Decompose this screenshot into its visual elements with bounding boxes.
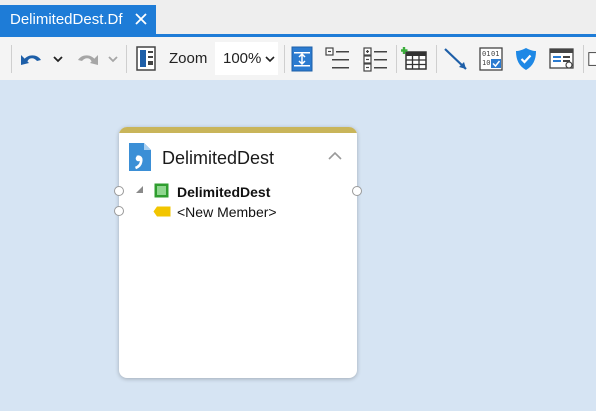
- undo-dropdown-button[interactable]: [51, 43, 65, 75]
- data-format-icon: 01 01 10: [479, 47, 503, 71]
- toolbar-separator: [11, 45, 12, 73]
- collapse-members-button[interactable]: [322, 43, 352, 75]
- expand-members-icon: [363, 47, 387, 72]
- properties-window-icon: [549, 48, 574, 69]
- svg-text:01: 01: [491, 50, 499, 58]
- properties-window-button[interactable]: [547, 43, 577, 75]
- collapse-members-icon: [325, 47, 349, 69]
- chevron-up-icon[interactable]: [328, 151, 342, 161]
- zoom-label: Zoom: [169, 50, 208, 67]
- fit-to-page-icon: [291, 46, 313, 72]
- delimited-file-icon: [129, 143, 151, 171]
- svg-text:01: 01: [482, 50, 490, 58]
- overflow-button[interactable]: [588, 43, 596, 75]
- redo-dropdown-icon: [108, 56, 118, 63]
- add-entity-button[interactable]: [400, 43, 430, 75]
- data-format-button[interactable]: 01 01 10: [477, 43, 507, 75]
- redo-button[interactable]: [72, 43, 102, 75]
- toolbar: Zoom 100% 01 01 10: [0, 34, 596, 80]
- add-relation-icon: [444, 48, 467, 70]
- close-icon[interactable]: [134, 12, 148, 26]
- entity-node[interactable]: DelimitedDest DelimitedDest <New Member>: [119, 127, 357, 378]
- undo-icon: [21, 55, 41, 65]
- fit-to-page-button[interactable]: [288, 43, 316, 75]
- page-layout-button[interactable]: [133, 43, 161, 75]
- undo-dropdown-icon: [53, 56, 63, 63]
- output-port[interactable]: [352, 186, 362, 196]
- add-relation-button[interactable]: [441, 43, 471, 75]
- toolbar-separator: [396, 45, 397, 73]
- zoom-value: 100%: [223, 50, 262, 67]
- toolbar-separator: [436, 45, 437, 73]
- expand-members-button[interactable]: [360, 43, 390, 75]
- add-entity-icon: [401, 47, 427, 70]
- undo-button[interactable]: [17, 43, 47, 75]
- overflow-icon: [588, 52, 596, 66]
- redo-dropdown-button[interactable]: [106, 43, 120, 75]
- toolbar-separator: [284, 45, 285, 73]
- security-shield-icon: [516, 48, 536, 70]
- input-port[interactable]: [114, 186, 124, 196]
- tree-expanded-icon[interactable]: [135, 185, 144, 194]
- input-port[interactable]: [114, 206, 124, 216]
- page-layout-icon: [136, 46, 156, 71]
- entity-label[interactable]: DelimitedDest: [177, 184, 270, 200]
- member-tag-icon: [153, 206, 171, 217]
- toolbar-separator: [126, 45, 127, 73]
- zoom-select[interactable]: 100%: [215, 42, 278, 75]
- toolbar-separator: [583, 45, 584, 73]
- tab-title: DelimitedDest.Df: [10, 11, 123, 28]
- redo-icon: [78, 55, 98, 65]
- svg-text:10: 10: [482, 59, 490, 67]
- tab-strip: DelimitedDest.Df: [0, 0, 596, 34]
- new-member-item[interactable]: <New Member>: [177, 204, 277, 220]
- entity-icon: [154, 183, 169, 198]
- security-button[interactable]: [511, 43, 541, 75]
- document-tab[interactable]: DelimitedDest.Df: [0, 5, 156, 34]
- node-title: DelimitedDest: [162, 148, 275, 168]
- node-header-bar: [119, 127, 357, 133]
- chevron-down-icon: [265, 55, 275, 62]
